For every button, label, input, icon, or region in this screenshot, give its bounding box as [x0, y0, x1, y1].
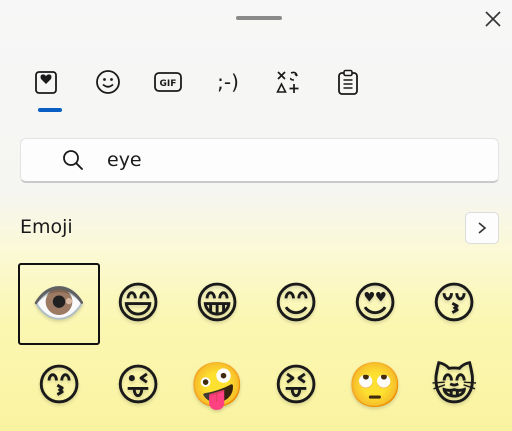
- kaomoji-icon: ;-): [217, 70, 239, 94]
- selected-tab-indicator: [38, 108, 62, 112]
- close-icon: [485, 11, 501, 27]
- emoji-cell[interactable]: 😁: [176, 263, 258, 345]
- emoji-cell[interactable]: 😝: [255, 345, 337, 427]
- emoji-cell[interactable]: 😜: [97, 345, 179, 427]
- emoji-eye: 👁️: [31, 278, 87, 329]
- emoji-zany: 🤪: [189, 360, 245, 411]
- emoji-kissing-closed-eyes: 😚: [431, 278, 477, 329]
- emoji-heart-eyes: 😍: [352, 278, 398, 329]
- emoji-cell[interactable]: 😸: [413, 345, 495, 427]
- section-title: Emoji: [20, 216, 73, 238]
- tab-favorites[interactable]: [24, 60, 68, 104]
- search-icon: [61, 145, 91, 175]
- close-button[interactable]: [480, 6, 506, 32]
- emoji-cell[interactable]: 🙄: [334, 345, 416, 427]
- heart-clipboard-icon: [35, 71, 57, 94]
- emoji-rolling-eyes: 🙄: [347, 360, 403, 411]
- emoji-cell[interactable]: 😙: [18, 345, 100, 427]
- emoji-cell[interactable]: 👁️: [18, 263, 100, 345]
- gif-icon: GIF: [154, 72, 182, 92]
- emoji-grinning-smiling-eyes: 😄: [115, 278, 161, 329]
- clipboard-icon: [338, 69, 358, 95]
- emoji-cell[interactable]: 🤪: [176, 345, 258, 427]
- emoji-cell[interactable]: 😍: [334, 263, 416, 345]
- tab-clipboard[interactable]: [326, 60, 370, 104]
- smiley-icon: [96, 70, 120, 94]
- emoji-winking-tongue: 😜: [115, 360, 161, 411]
- tab-gif[interactable]: GIF: [146, 60, 190, 104]
- emoji-grinning-cat: 😸: [431, 360, 477, 411]
- emoji-cell[interactable]: 😄: [97, 263, 179, 345]
- search-input[interactable]: [107, 145, 487, 175]
- tab-kaomoji[interactable]: ;-): [206, 60, 250, 104]
- emoji-squinting-tongue: 😝: [273, 360, 319, 411]
- emoji-cell[interactable]: 😚: [413, 263, 495, 345]
- section-next-button[interactable]: [465, 212, 499, 244]
- emoji-smiling-eyes: 😊: [273, 278, 319, 329]
- emoji-cell[interactable]: 😊: [255, 263, 337, 345]
- emoji-grid: 👁️ 😄 😁 😊 😍 😚 😙 😜 🤪 😝 🙄 😸: [18, 263, 498, 431]
- tab-emoji[interactable]: [86, 60, 130, 104]
- tab-symbols[interactable]: [266, 60, 310, 104]
- search-box[interactable]: [20, 138, 499, 183]
- category-tabs: GIF ;-): [22, 60, 382, 120]
- symbols-icon: [276, 71, 299, 93]
- chevron-right-icon: [478, 222, 487, 234]
- drag-handle[interactable]: [236, 16, 282, 20]
- emoji-kissing-smiling-eyes: 😙: [36, 360, 82, 411]
- gif-label: GIF: [160, 79, 177, 89]
- emoji-beaming: 😁: [194, 278, 240, 329]
